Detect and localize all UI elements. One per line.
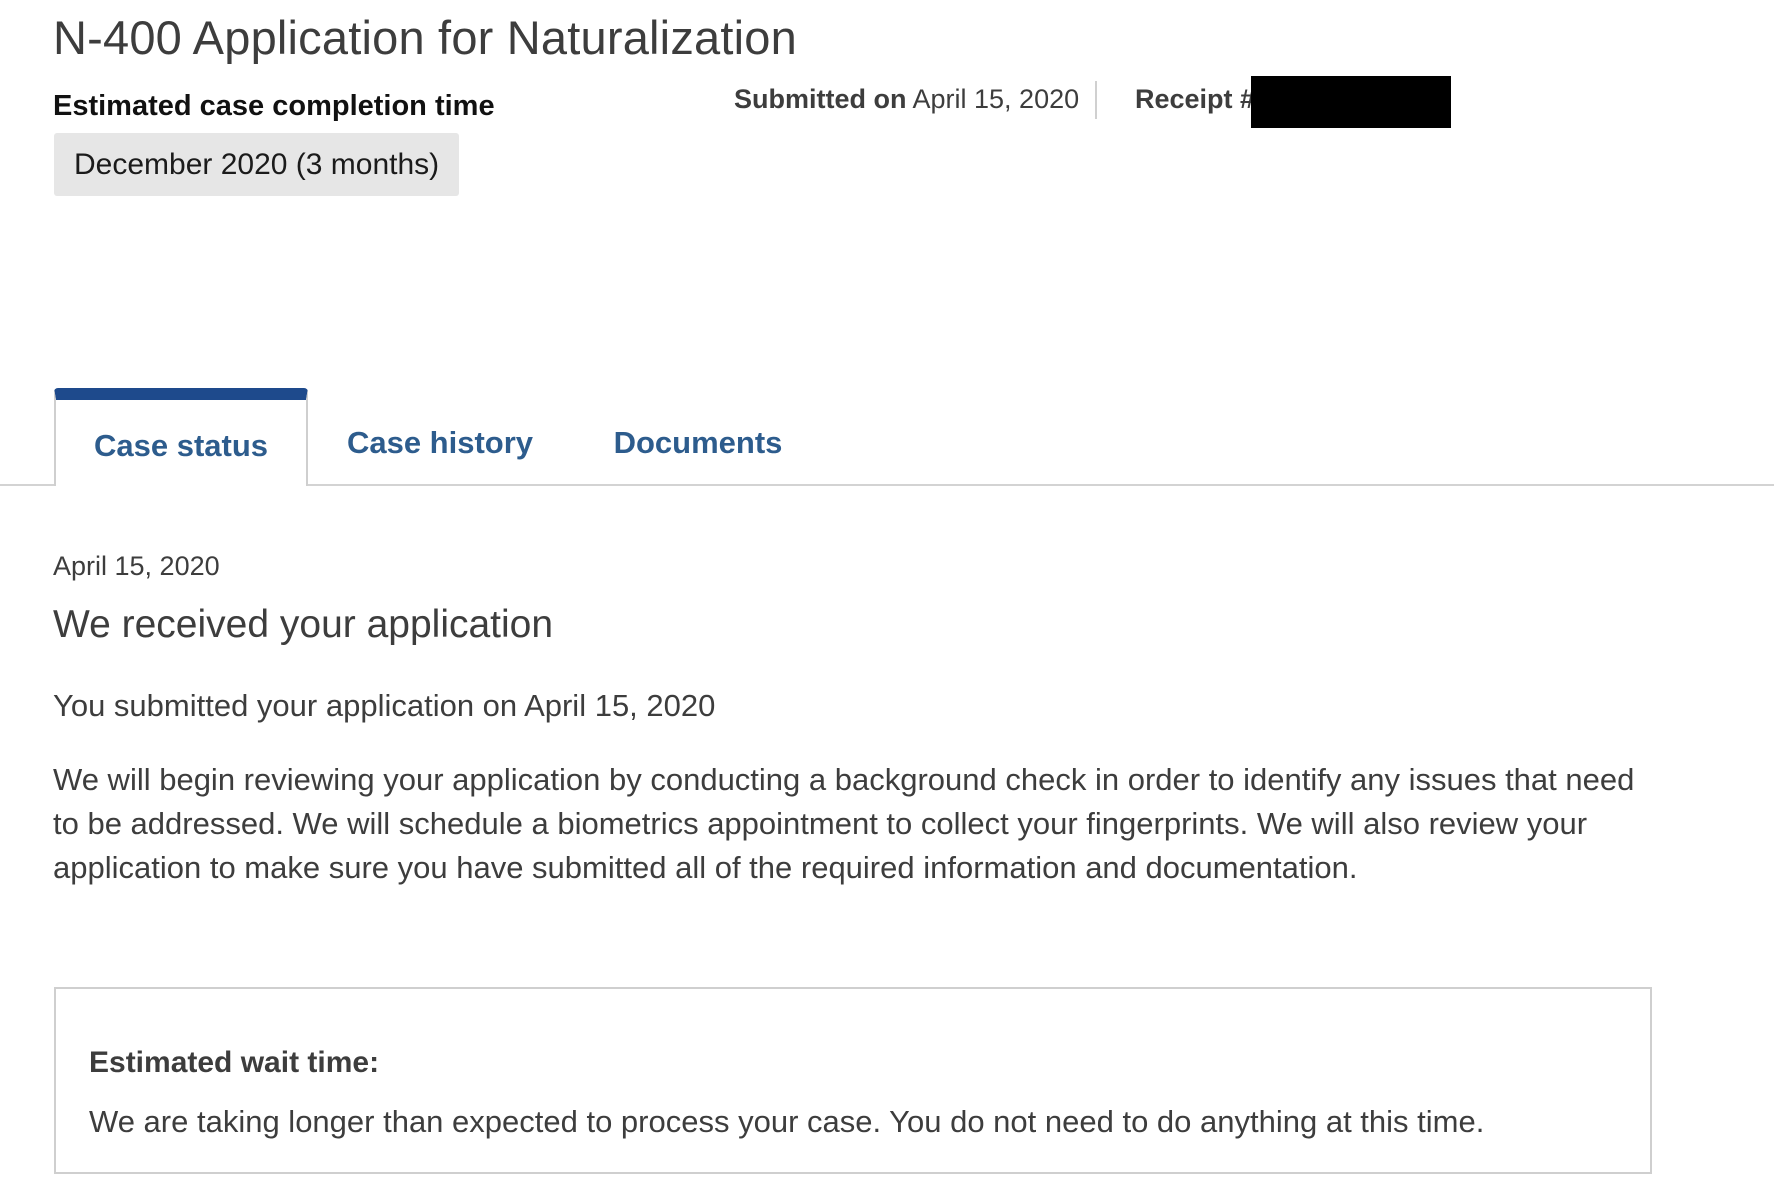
- completion-time-value: December 2020 (3 months): [74, 147, 440, 181]
- receipt-label: Receipt #: [1135, 84, 1256, 114]
- submitted-info: Submitted on April 15, 2020: [734, 84, 1079, 115]
- tab-case-history[interactable]: Case history: [340, 388, 540, 486]
- meta-divider: [1095, 81, 1097, 119]
- status-date: April 15, 2020: [53, 551, 220, 581]
- status-submitted-line: You submitted your application on April …: [53, 688, 716, 723]
- tab-case-status[interactable]: Case status: [54, 388, 308, 486]
- wait-time-title: Estimated wait time:: [89, 1046, 380, 1079]
- wait-time-text: We are taking longer than expected to pr…: [89, 1104, 1485, 1139]
- submitted-label: Submitted on: [734, 84, 907, 114]
- tab-documents[interactable]: Documents: [604, 388, 792, 486]
- status-heading: We received your application: [53, 603, 554, 646]
- page-title: N-400 Application for Naturalization: [53, 11, 797, 64]
- submitted-date: April 15, 2020: [912, 84, 1080, 114]
- wait-time-box: Estimated wait time: We are taking longe…: [54, 987, 1652, 1174]
- completion-time-label: Estimated case completion time: [53, 90, 495, 122]
- receipt-number-redaction: [1251, 76, 1451, 128]
- completion-time-badge: December 2020 (3 months): [54, 133, 460, 196]
- status-description: We will begin reviewing your application…: [53, 762, 1635, 885]
